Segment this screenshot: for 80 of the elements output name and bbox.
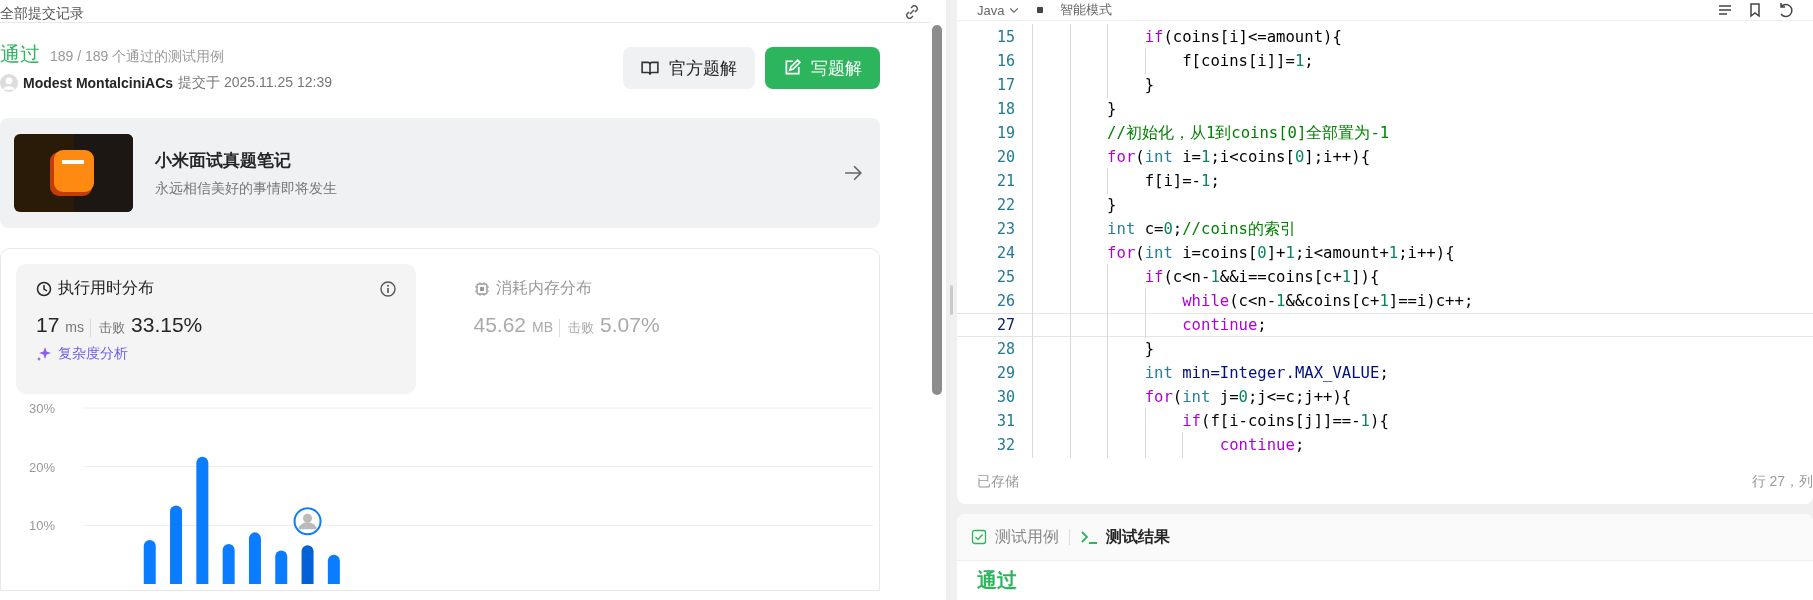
line-number: 19 bbox=[995, 124, 1016, 142]
user-name[interactable]: Modest MontalciniACs bbox=[23, 75, 174, 91]
code-line: } bbox=[1032, 340, 1155, 358]
official-solution-button[interactable]: 官方题解 bbox=[623, 47, 755, 89]
code-line: } bbox=[1032, 196, 1117, 214]
code-line: for(int i=coins[0]+1;i<amount+1;i++){ bbox=[1032, 244, 1455, 262]
promo-card[interactable]: 小米面试真题笔记 永远相信美好的事情即将发生 bbox=[0, 118, 880, 228]
chart-bar bbox=[275, 550, 288, 584]
line-number: 30 bbox=[995, 388, 1016, 406]
chart-bar bbox=[143, 540, 156, 584]
line-number: 27 bbox=[995, 316, 1016, 334]
axis-label: 20% bbox=[29, 459, 56, 475]
line-number: 29 bbox=[995, 364, 1016, 382]
axis-label: 10% bbox=[29, 518, 56, 534]
panel-tab[interactable]: 测试结果 bbox=[1080, 526, 1170, 548]
line-number: 15 bbox=[995, 28, 1016, 46]
stat-title: 消耗内存分布 bbox=[495, 278, 593, 298]
book-icon bbox=[641, 59, 659, 77]
mode-label[interactable]: 智能模式 bbox=[1060, 1, 1113, 19]
scrollbar-thumb[interactable] bbox=[932, 25, 942, 395]
chart-bar bbox=[222, 544, 235, 584]
checkbox-icon bbox=[971, 529, 987, 545]
stat-card[interactable]: 执行用时分布 17 ms 击败 33.15% 复杂度分析 bbox=[16, 264, 416, 394]
result-status: 通过 bbox=[976, 568, 1018, 593]
stat-unit: MB bbox=[532, 319, 554, 335]
language-select[interactable]: Java bbox=[977, 2, 1021, 18]
line-number: 26 bbox=[995, 292, 1016, 310]
code-line: //初始化，从1到coins[0]全部置为-1 bbox=[1032, 122, 1390, 144]
line-number: 17 bbox=[995, 76, 1016, 94]
test-case-count: 189 / 189 个通过的测试用例 bbox=[50, 48, 225, 66]
undo-icon bbox=[1777, 2, 1793, 18]
clock-icon bbox=[36, 280, 52, 297]
save-status: 已存储 bbox=[977, 473, 1019, 491]
cursor-position: 行 27，列 bbox=[1751, 473, 1813, 491]
stat-value: 45.62 bbox=[473, 313, 527, 337]
edit-icon bbox=[783, 59, 801, 77]
beat-label: 击败 bbox=[559, 319, 595, 337]
complexity-analysis-link[interactable]: 复杂度分析 bbox=[36, 345, 396, 363]
line-number: 20 bbox=[995, 148, 1016, 166]
code-line: int c=0;//coins的索引 bbox=[1032, 218, 1296, 240]
resize-handle[interactable] bbox=[949, 285, 953, 315]
line-number: 31 bbox=[995, 412, 1016, 430]
stat-title: 执行用时分布 bbox=[58, 278, 155, 298]
sparkle-icon bbox=[36, 346, 52, 362]
line-number: 28 bbox=[995, 340, 1016, 358]
arrow-right-icon bbox=[844, 164, 862, 182]
promo-subtitle: 永远相信美好的事情即将发生 bbox=[155, 179, 338, 198]
axis-label: 30% bbox=[29, 401, 56, 416]
bookmark-icon bbox=[1747, 2, 1763, 18]
code-line: for(int j=0;j<=c;j++){ bbox=[1032, 388, 1352, 406]
panel-tab[interactable]: 测试用例 bbox=[971, 526, 1059, 548]
beat-label: 击败 bbox=[90, 319, 126, 337]
chart-bar bbox=[248, 532, 261, 584]
page-title: 全部提交记录 bbox=[0, 6, 84, 20]
code-line: } bbox=[1032, 100, 1117, 118]
submission-status: 通过 bbox=[0, 42, 40, 67]
line-number: 25 bbox=[995, 268, 1016, 286]
beat-percent: 33.15% bbox=[131, 313, 203, 337]
line-number: 23 bbox=[995, 220, 1016, 238]
chart-bar bbox=[327, 554, 340, 584]
line-number: 22 bbox=[995, 196, 1016, 214]
terminal-icon bbox=[1080, 529, 1098, 545]
line-number: 32 bbox=[995, 436, 1016, 454]
line-number: 18 bbox=[995, 100, 1016, 118]
avatar-marker-icon bbox=[293, 507, 322, 536]
line-number: 21 bbox=[995, 172, 1016, 190]
chip-icon bbox=[473, 280, 490, 297]
menu-icon bbox=[1717, 2, 1733, 18]
code-line: for(int i=1;i<coins[0];i++){ bbox=[1032, 148, 1370, 166]
submit-time: 提交于 2025.11.25 12:39 bbox=[178, 74, 332, 92]
stat-value: 17 bbox=[36, 313, 60, 337]
info-icon bbox=[379, 280, 396, 297]
line-number: 16 bbox=[995, 52, 1016, 70]
code-line: int min=Integer.MAX_VALUE; bbox=[1032, 364, 1389, 382]
stat-unit: ms bbox=[65, 319, 85, 335]
beat-percent: 5.07% bbox=[600, 313, 660, 337]
line-number: 24 bbox=[995, 244, 1016, 262]
promo-title: 小米面试真题笔记 bbox=[155, 149, 292, 172]
link-icon bbox=[904, 4, 920, 20]
chart-bar bbox=[301, 545, 314, 584]
